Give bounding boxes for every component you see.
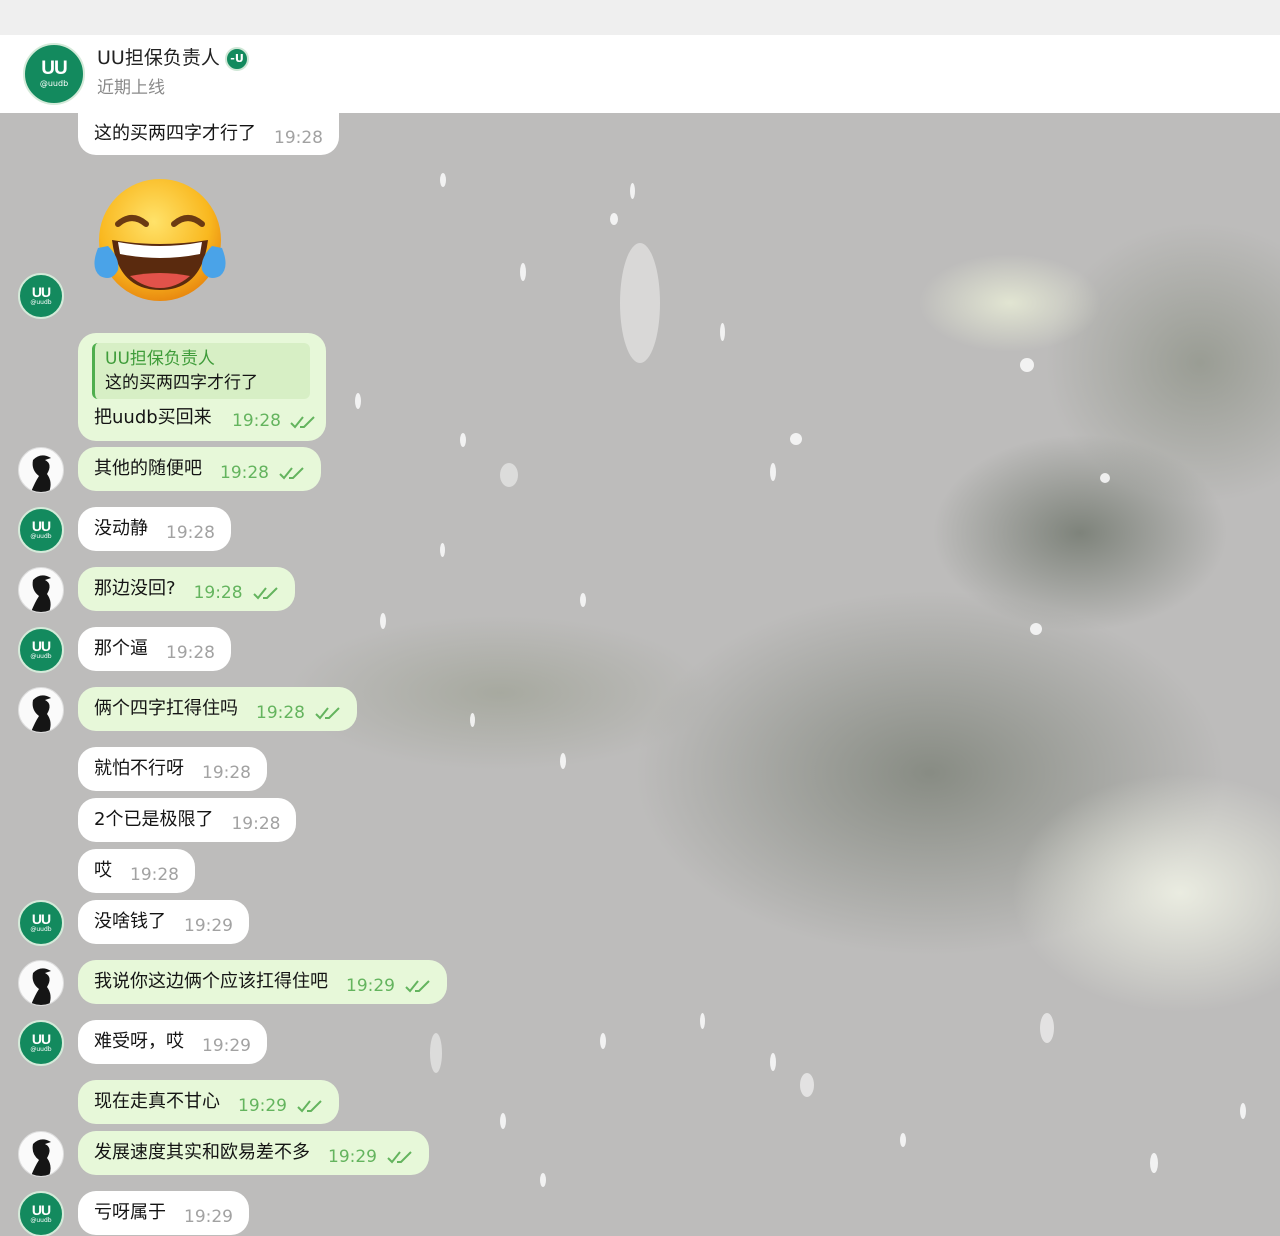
contact-avatar[interactable]: UU @uudb [23,43,85,105]
message-bubble[interactable]: 我说你这边俩个应该扛得住吧 19:29 [78,960,447,1004]
message-bubble[interactable]: 就怕不行呀 19:28 [78,747,267,791]
message-bubble[interactable]: 其他的随便吧 19:28 [78,447,321,491]
quoted-message[interactable]: UU担保负责人 这的买两四字才行了 [92,343,310,399]
user-avatar[interactable] [18,687,64,733]
read-check-icon [279,467,304,480]
message-bubble[interactable]: 难受呀，哎 19:29 [78,1020,267,1064]
sender-avatar[interactable]: UU @uudb [18,273,64,319]
verified-badge-icon: -U [225,47,249,71]
message-bubble[interactable]: 那个逼 19:28 [78,627,231,671]
browser-top-strip [0,0,1280,35]
sender-avatar[interactable]: UU @uudb [18,507,64,553]
sender-avatar[interactable]: UU @uudb [18,1191,64,1236]
sender-avatar[interactable]: UU @uudb [18,1020,64,1066]
read-check-icon [290,416,315,429]
read-check-icon [405,980,430,993]
laughing-tears-emoji-icon[interactable] [90,178,230,304]
message-bubble[interactable]: 亏呀属于 19:29 [78,1191,249,1235]
user-avatar[interactable] [18,960,64,1006]
message-bubble[interactable]: 2个已是极限了 19:28 [78,798,297,842]
message-bubble[interactable]: 现在走真不甘心 19:29 [78,1080,339,1124]
sender-avatar[interactable]: UU @uudb [18,627,64,673]
chat-area[interactable]: 这的买两四字才行了 19:28 UU @uudb UU担保负责人 这的买两四字才… [0,113,1280,1236]
message-bubble[interactable]: 哎 19:28 [78,849,195,893]
contact-status: 近期上线 [97,78,165,98]
chat-header: UU @uudb UU担保负责人 -U 近期上线 [0,35,1280,114]
message-bubble[interactable]: 那边没回? 19:28 [78,567,295,611]
silhouette-icon [31,1139,51,1176]
user-avatar[interactable] [18,447,64,493]
message-bubble[interactable]: 没啥钱了 19:29 [78,900,249,944]
silhouette-icon [31,968,51,1005]
read-check-icon [315,707,340,720]
user-avatar[interactable] [18,1131,64,1177]
read-check-icon [252,587,278,600]
silhouette-icon [31,575,51,612]
sender-avatar[interactable]: UU @uudb [18,900,64,946]
contact-name[interactable]: UU担保负责人 [97,45,220,71]
message-bubble[interactable]: 发展速度其实和欧易差不多 19:29 [78,1131,429,1175]
message-bubble[interactable]: 俩个四字扛得住吗 19:28 [78,687,357,731]
user-avatar[interactable] [18,567,64,613]
read-check-icon [387,1151,412,1164]
message-bubble[interactable]: 没动静 19:28 [78,507,231,551]
message-bubble[interactable]: 这的买两四字才行了 19:28 [78,113,339,155]
silhouette-icon [31,455,51,492]
read-check-icon [297,1100,322,1113]
reply-message-bubble[interactable]: UU担保负责人 这的买两四字才行了 把uudb买回来 19:28 [78,333,326,441]
silhouette-icon [31,695,51,732]
